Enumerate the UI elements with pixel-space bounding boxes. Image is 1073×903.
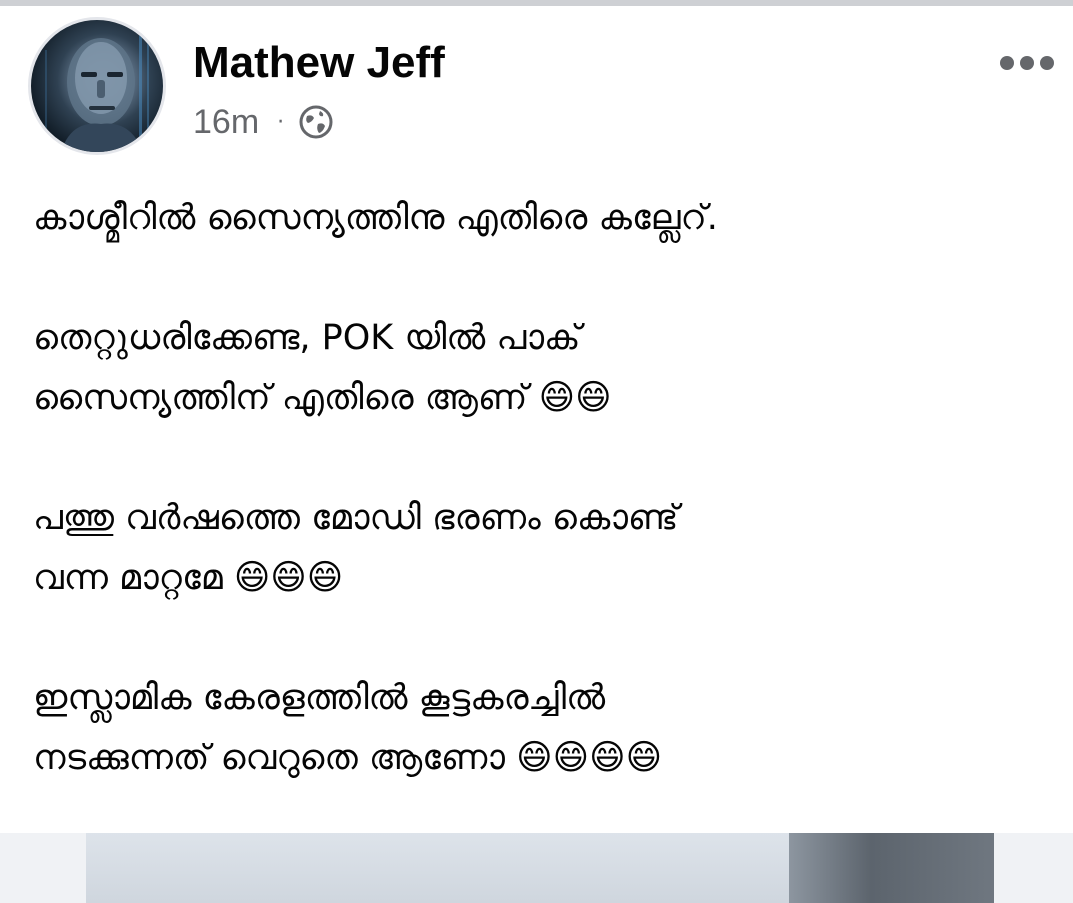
more-dot <box>1000 56 1014 70</box>
post-line: കാശ്മീറിൽ സൈന്യത്തിനു എതിരെ കല്ലേറ്. <box>33 198 718 238</box>
post-line: സൈന്യത്തിന് എതിരെ ആണ് 😄😄 <box>33 378 612 418</box>
meta-separator: · <box>277 109 285 135</box>
post-paragraph: തെറ്റുധരിക്കേണ്ട, POK യിൽ പാക് സൈന്യത്തി… <box>33 308 1053 428</box>
post-media-container <box>0 833 1073 903</box>
post-line: പത്തു വർഷത്തെ മോഡി ഭരണം കൊണ്ട് <box>33 498 679 538</box>
post-meta: 16m · <box>193 100 334 144</box>
top-divider <box>0 0 1073 6</box>
avatar[interactable] <box>28 17 166 155</box>
post-media-image[interactable] <box>86 833 994 903</box>
post-message: കാശ്മീറിൽ സൈന്യത്തിനു എതിരെ കല്ലേറ്. തെറ… <box>33 188 1053 788</box>
post-line: വന്ന മാറ്റമേ 😄😄😄 <box>33 558 344 598</box>
more-dot <box>1040 56 1054 70</box>
post-timestamp[interactable]: 16m <box>193 103 259 142</box>
post-paragraph: ഇസ്ലാമിക കേരളത്തിൽ കൂട്ടകരച്ചിൽ നടക്കുന്… <box>33 668 1053 788</box>
more-horizontal-icon[interactable] <box>1000 54 1056 72</box>
more-dot <box>1020 56 1034 70</box>
post-paragraph: പത്തു വർഷത്തെ മോഡി ഭരണം കൊണ്ട് വന്ന മാറ്… <box>33 488 1053 608</box>
globe-icon[interactable] <box>298 104 334 140</box>
post-line: തെറ്റുധരിക്കേണ്ട, POK യിൽ പാക് <box>33 318 581 358</box>
avatar-portrait-icon <box>45 30 149 152</box>
post-line: നടക്കുന്നത് വെറുതെ ആണോ 😄😄😄😄 <box>33 738 663 778</box>
post-line: ഇസ്ലാമിക കേരളത്തിൽ കൂട്ടകരച്ചിൽ <box>33 678 606 718</box>
author-name[interactable]: Mathew Jeff <box>193 38 445 88</box>
post-paragraph: കാശ്മീറിൽ സൈന്യത്തിനു എതിരെ കല്ലേറ്. <box>33 188 1053 248</box>
